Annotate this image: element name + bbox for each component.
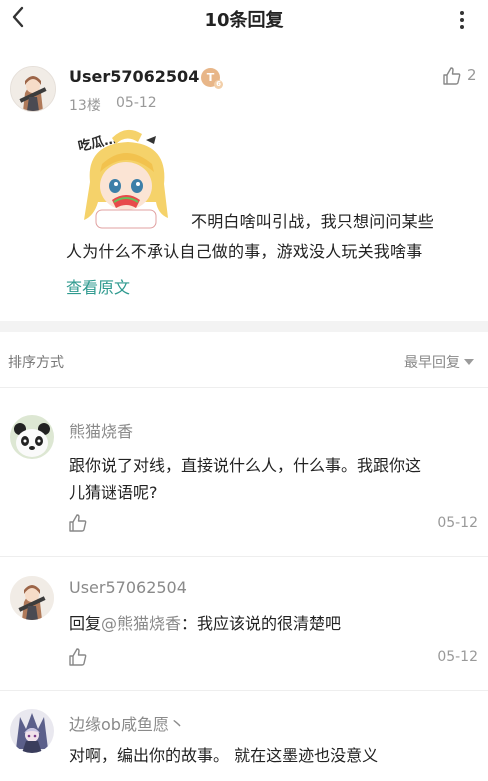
page-title: 10条回复	[204, 10, 284, 31]
post-author-avatar[interactable]	[10, 66, 56, 112]
section-divider	[0, 321, 488, 332]
thumbs-up-icon[interactable]	[442, 66, 462, 86]
caret-down-icon	[464, 359, 474, 365]
level-badge-number: 6	[214, 80, 223, 89]
reply-text-line: 儿猜谜语呢?	[69, 483, 158, 502]
reply-date: 05-12	[437, 515, 478, 531]
panda-avatar-icon	[10, 415, 54, 459]
reply-avatar-panda[interactable]	[10, 415, 54, 459]
reply-text-line: 对啊，编出你的故事。 就在这墨迹也没意义	[69, 746, 379, 765]
post-like-count: 2	[467, 66, 477, 84]
reply-username[interactable]: 边缘ob咸鱼愿丶	[69, 711, 185, 735]
more-vertical-icon	[460, 11, 464, 29]
post-content-line-2: 人为什么不承认自己做的事，游戏没人玩关我啥事	[66, 242, 423, 261]
post-content-line-1: 不明白啥叫引战，我只想问问某些	[191, 212, 435, 231]
dark-character-avatar-icon	[10, 709, 54, 753]
level-badge-letter: T	[206, 71, 215, 84]
anime-girl-avatar-icon	[11, 67, 55, 111]
anime-girl-avatar-icon	[10, 576, 54, 620]
sort-dropdown[interactable]: 最早回复	[404, 352, 474, 372]
user-level-badge: T 6	[201, 68, 223, 89]
reply-avatar-edge[interactable]	[10, 709, 54, 753]
reply-text-line: 回复@熊猫烧香：我应该说的很清楚吧	[69, 610, 341, 634]
thumbs-up-icon[interactable]	[68, 513, 88, 533]
divider	[0, 690, 488, 691]
reply-date: 05-12	[437, 649, 478, 665]
divider	[0, 556, 488, 557]
post-date: 05-12	[116, 95, 157, 111]
mention-link[interactable]: @熊猫烧香	[101, 614, 181, 633]
sticker-image: 吃瓜…	[77, 129, 168, 229]
reply-username[interactable]: 熊猫烧香	[69, 418, 133, 442]
thumbs-up-icon[interactable]	[68, 647, 88, 667]
view-original-link[interactable]: 查看原文	[66, 274, 130, 298]
divider	[0, 387, 488, 388]
post-author-name[interactable]: User57062504	[69, 67, 199, 86]
top-bar: 10条回复	[0, 0, 488, 38]
sort-label: 排序方式	[8, 355, 64, 371]
post-floor: 13楼	[69, 98, 101, 114]
reply-prefix: 回复	[69, 614, 102, 633]
reply-avatar-user[interactable]	[10, 576, 54, 620]
reply-username[interactable]: User57062504	[69, 578, 187, 597]
reply-body: ：我应该说的很清楚吧	[181, 614, 342, 633]
reply-text-line: 跟你说了对线，直接说什么人，什么事。我跟你这	[69, 456, 422, 475]
more-options-button[interactable]	[450, 8, 474, 32]
sort-selected-value: 最早回复	[404, 355, 460, 371]
